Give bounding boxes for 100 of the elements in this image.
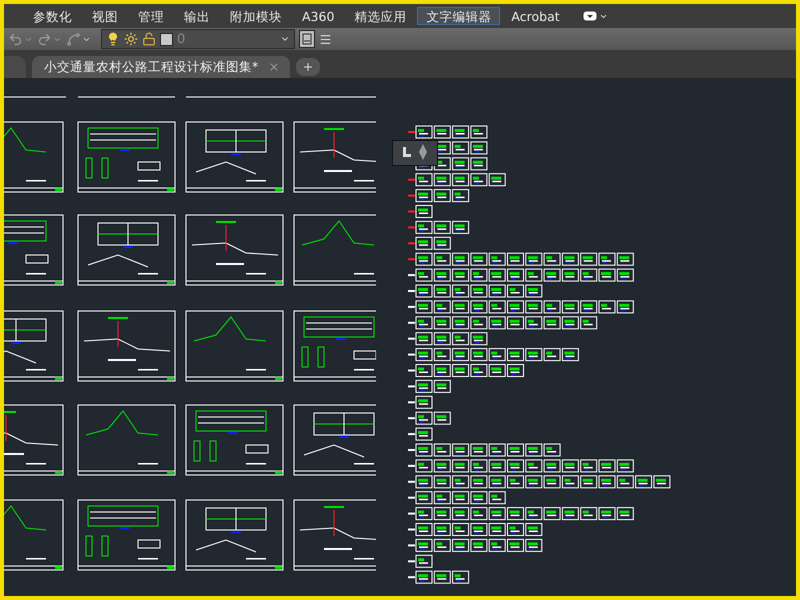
row-marker [408, 178, 415, 181]
sheet-thumbnail [416, 570, 432, 584]
sheet-thumbnail [488, 459, 506, 472]
customize-icon[interactable] [319, 32, 332, 46]
sheet-thumbnail [434, 570, 451, 584]
sheet-thumbnail [580, 252, 598, 266]
sheet-thumbnail [452, 268, 470, 282]
new-tab-button[interactable] [296, 58, 320, 76]
sheet-thumbnail [616, 475, 634, 488]
sheet-thumbnail [452, 300, 470, 314]
ribbon-tab[interactable]: 输出 [175, 7, 219, 25]
ribbon-tab[interactable]: A360 [293, 7, 344, 25]
sheet-thumbnail [452, 459, 470, 472]
sheet-thumbnail [434, 444, 451, 456]
dropdown-pill-icon [582, 11, 597, 21]
ribbon-tab[interactable]: 文字编辑器 [417, 7, 500, 25]
drawing-sheet [4, 500, 64, 570]
row-marker [408, 210, 415, 212]
sheet-thumbnail [416, 538, 432, 552]
sheet-thumbnail [507, 284, 524, 298]
sheet-thumbnail [488, 284, 506, 298]
view-cube-icon[interactable] [392, 140, 438, 166]
ribbon-tab[interactable]: 管理 [129, 7, 173, 25]
sheet-thumbnail [525, 300, 542, 314]
sheet-thumbnail [488, 316, 506, 330]
sheet-thumbnail [416, 459, 432, 472]
sheet-thumbnail [434, 316, 451, 330]
lock-icon [142, 32, 156, 46]
sheet-thumbnail [452, 284, 470, 298]
sheet-thumbnail [507, 364, 524, 377]
sheet-thumbnail [544, 475, 561, 488]
sheet-thumbnail [416, 554, 432, 568]
sheet-thumbnail [544, 507, 561, 520]
sheet-thumbnail [507, 475, 524, 488]
layer-properties-button[interactable] [299, 30, 315, 48]
sheet-thumbnail [507, 316, 524, 330]
ribbon-tab[interactable]: Acrobat [502, 7, 569, 25]
sheet-thumbnail [434, 284, 451, 298]
ribbon-tab[interactable]: 参数化 [24, 7, 81, 25]
sheet-thumbnail [507, 444, 524, 456]
sheet-thumbnail [434, 189, 451, 202]
row-marker [408, 258, 415, 260]
row-marker [408, 544, 415, 546]
undo-button[interactable] [8, 32, 33, 46]
sheet-thumbnail [544, 348, 561, 362]
ribbon-tab[interactable]: 附加模块 [221, 7, 291, 25]
start-tab[interactable] [4, 56, 26, 78]
sheet-thumbnail [525, 348, 542, 362]
sheet-thumbnail [616, 300, 634, 314]
sheet-thumbnail [507, 523, 524, 536]
sheet-thumbnail [452, 507, 470, 520]
sheet-thumbnail [616, 268, 634, 282]
ribbon-options-button[interactable] [582, 11, 608, 21]
close-icon[interactable] [268, 61, 280, 73]
sheet-thumbnail [507, 252, 524, 266]
row-marker [408, 496, 415, 499]
sheet-thumbnail [562, 316, 579, 330]
sheet-thumbnail [544, 268, 561, 282]
row-marker [408, 512, 415, 515]
sheet-thumbnail [470, 348, 488, 362]
sheet-thumbnail [544, 316, 561, 330]
redo-button[interactable] [37, 32, 62, 46]
row-marker [408, 338, 415, 340]
sheet-thumbnail [488, 491, 506, 504]
sheet-thumbnail [416, 412, 432, 425]
sheet-thumbnail [488, 523, 506, 536]
redo-icon [37, 32, 52, 46]
sheet-thumbnail [416, 126, 432, 138]
sheet-thumbnail [452, 189, 470, 202]
curve-tool-button[interactable] [66, 32, 91, 46]
plus-icon [302, 61, 314, 73]
sheet-thumbnail [580, 507, 598, 520]
sheet-edge-line [4, 96, 66, 98]
sheet-thumbnail [470, 364, 488, 377]
sheet-thumbnail [452, 252, 470, 266]
document-tab[interactable]: 小交通量农村公路工程设计标准图集* [32, 56, 290, 78]
sheet-thumbnail [452, 444, 470, 456]
sheet-thumbnail [470, 459, 488, 472]
row-marker [408, 242, 415, 244]
ribbon-tab[interactable]: 视图 [83, 7, 127, 25]
sheet-thumbnail [507, 268, 524, 282]
ribbon-tab[interactable]: 精选应用 [345, 7, 416, 25]
sheet-thumbnail [452, 538, 470, 552]
sheet-thumbnail [452, 141, 470, 154]
sheet-thumbnail [562, 507, 579, 520]
row-marker [408, 354, 415, 356]
row-marker [408, 131, 415, 133]
sheet-thumbnail [507, 507, 524, 520]
sheet-thumbnail [488, 268, 506, 282]
sheet-thumbnail [452, 220, 470, 234]
row-marker [408, 528, 415, 530]
sheet-thumbnail [470, 523, 488, 536]
sheet-thumbnail [525, 268, 542, 282]
sheet-thumbnail [416, 236, 432, 250]
sheet-thumbnail [416, 491, 432, 504]
sheet-thumbnail [416, 332, 432, 346]
sheet-thumbnail [580, 316, 598, 330]
sheet-thumbnail [544, 300, 561, 314]
sheet-thumbnail [653, 475, 670, 488]
sheet-thumbnail [488, 507, 506, 520]
